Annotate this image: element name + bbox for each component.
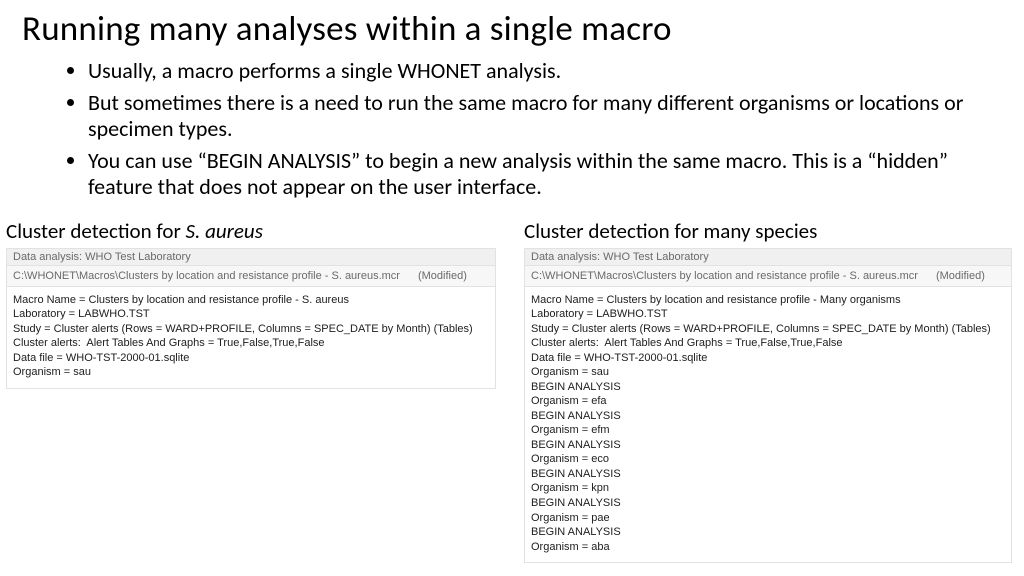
left-panel-body: Macro Name = Clusters by location and re… xyxy=(7,287,495,388)
bullet-list: Usually, a macro performs a single WHONE… xyxy=(0,56,1024,216)
bullet-item: You can use “BEGIN ANALYSIS” to begin a … xyxy=(88,148,964,200)
right-panel-modified: (Modified) xyxy=(918,270,985,282)
right-panel-body: Macro Name = Clusters by location and re… xyxy=(525,287,1011,562)
right-subheading: Cluster detection for many species xyxy=(524,218,1012,244)
right-column: Cluster detection for many species Data … xyxy=(524,218,1012,563)
left-subheading-ital: S. aureus xyxy=(186,218,263,244)
bullet-item: Usually, a macro performs a single WHONE… xyxy=(88,58,964,84)
left-panel-subheader: C:\WHONET\Macros\Clusters by location an… xyxy=(7,266,495,287)
left-subheading-prefix: Cluster detection for xyxy=(6,218,186,244)
right-panel-header: Data analysis: WHO Test Laboratory xyxy=(525,249,1011,266)
left-panel: Data analysis: WHO Test Laboratory C:\WH… xyxy=(6,248,496,389)
slide-title: Running many analyses within a single ma… xyxy=(0,0,1024,56)
left-panel-header: Data analysis: WHO Test Laboratory xyxy=(7,249,495,266)
left-column: Cluster detection for S. aureus Data ana… xyxy=(6,218,496,563)
left-panel-path: C:\WHONET\Macros\Clusters by location an… xyxy=(13,270,400,282)
right-panel-subheader: C:\WHONET\Macros\Clusters by location an… xyxy=(525,266,1011,287)
left-subheading: Cluster detection for S. aureus xyxy=(6,218,496,244)
right-panel: Data analysis: WHO Test Laboratory C:\WH… xyxy=(524,248,1012,563)
columns: Cluster detection for S. aureus Data ana… xyxy=(0,216,1024,563)
bullet-item: But sometimes there is a need to run the… xyxy=(88,90,964,142)
right-panel-path: C:\WHONET\Macros\Clusters by location an… xyxy=(531,270,918,282)
left-panel-modified: (Modified) xyxy=(400,270,467,282)
